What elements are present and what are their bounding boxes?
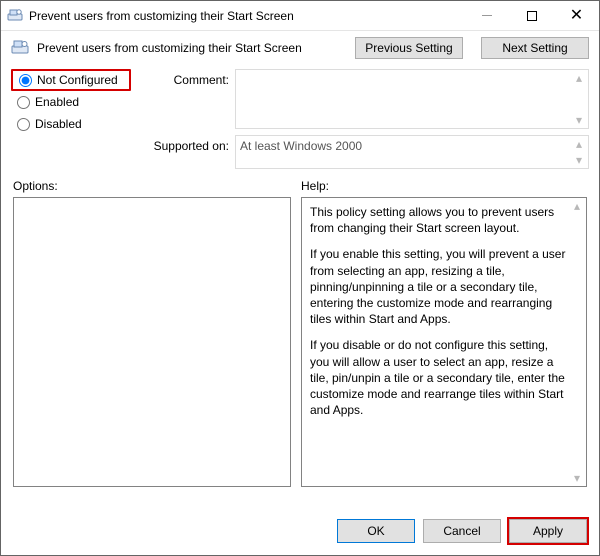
supported-on-box: At least Windows 2000 <box>235 135 589 169</box>
options-panel <box>13 197 291 487</box>
window-controls: ✕ <box>464 1 599 30</box>
comment-label: Comment: <box>141 69 229 87</box>
scroll-down-icon[interactable] <box>576 114 586 126</box>
setting-state-radios: Not Configured Enabled Disabled <box>11 69 131 169</box>
options-label: Options: <box>13 179 291 193</box>
comment-row: Comment: <box>141 69 589 129</box>
help-scrollbar[interactable] <box>574 200 584 484</box>
maximize-button[interactable] <box>509 1 554 30</box>
comment-scrollbar[interactable] <box>576 72 586 126</box>
supported-row: Supported on: At least Windows 2000 <box>141 135 589 169</box>
policy-titlebar-icon <box>7 8 23 24</box>
window-title: Prevent users from customizing their Sta… <box>29 9 294 23</box>
gpo-editor-window: Prevent users from customizing their Sta… <box>0 0 600 556</box>
next-setting-label: Next Setting <box>502 41 567 55</box>
comment-textarea[interactable] <box>235 69 589 129</box>
radio-disabled[interactable]: Disabled <box>11 113 131 135</box>
previous-setting-label: Previous Setting <box>365 41 452 55</box>
help-paragraph: If you disable or do not configure this … <box>310 337 568 418</box>
help-label: Help: <box>301 179 587 193</box>
titlebar: Prevent users from customizing their Sta… <box>1 1 599 31</box>
supported-on-value: At least Windows 2000 <box>240 139 362 153</box>
ok-label: OK <box>367 524 384 538</box>
scroll-up-icon[interactable] <box>576 138 586 150</box>
scroll-down-icon[interactable] <box>574 472 584 484</box>
previous-setting-button[interactable]: Previous Setting <box>355 37 463 59</box>
radio-not-configured-label: Not Configured <box>37 73 118 87</box>
policy-icon <box>11 39 29 57</box>
config-block: Not Configured Enabled Disabled Comment:… <box>1 69 599 173</box>
supported-scrollbar[interactable] <box>576 138 586 166</box>
radio-disabled-input[interactable] <box>17 118 30 131</box>
minimize-button[interactable] <box>464 1 509 30</box>
scroll-up-icon[interactable] <box>574 200 584 212</box>
cancel-label: Cancel <box>443 524 480 538</box>
panels: This policy setting allows you to preven… <box>1 197 599 509</box>
dialog-footer: OK Cancel Apply <box>1 509 599 555</box>
help-panel: This policy setting allows you to preven… <box>301 197 587 487</box>
close-button[interactable]: ✕ <box>554 1 599 30</box>
scroll-up-icon[interactable] <box>576 72 586 84</box>
ok-button[interactable]: OK <box>337 519 415 543</box>
header-row: Prevent users from customizing their Sta… <box>1 31 599 69</box>
help-paragraph: If you enable this setting, you will pre… <box>310 246 568 327</box>
radio-not-configured[interactable]: Not Configured <box>11 69 131 91</box>
scroll-down-icon[interactable] <box>576 154 586 166</box>
radio-enabled-label: Enabled <box>35 95 79 109</box>
fields-column: Comment: Supported on: At least Windows … <box>141 69 589 169</box>
supported-label: Supported on: <box>141 135 229 153</box>
radio-not-configured-input[interactable] <box>19 74 32 87</box>
radio-disabled-label: Disabled <box>35 117 82 131</box>
cancel-button[interactable]: Cancel <box>423 519 501 543</box>
apply-label: Apply <box>533 524 563 538</box>
policy-title: Prevent users from customizing their Sta… <box>37 41 302 55</box>
next-setting-button[interactable]: Next Setting <box>481 37 589 59</box>
help-paragraph: This policy setting allows you to preven… <box>310 204 568 236</box>
radio-enabled-input[interactable] <box>17 96 30 109</box>
section-labels: Options: Help: <box>1 173 599 197</box>
radio-enabled[interactable]: Enabled <box>11 91 131 113</box>
apply-button[interactable]: Apply <box>509 519 587 543</box>
